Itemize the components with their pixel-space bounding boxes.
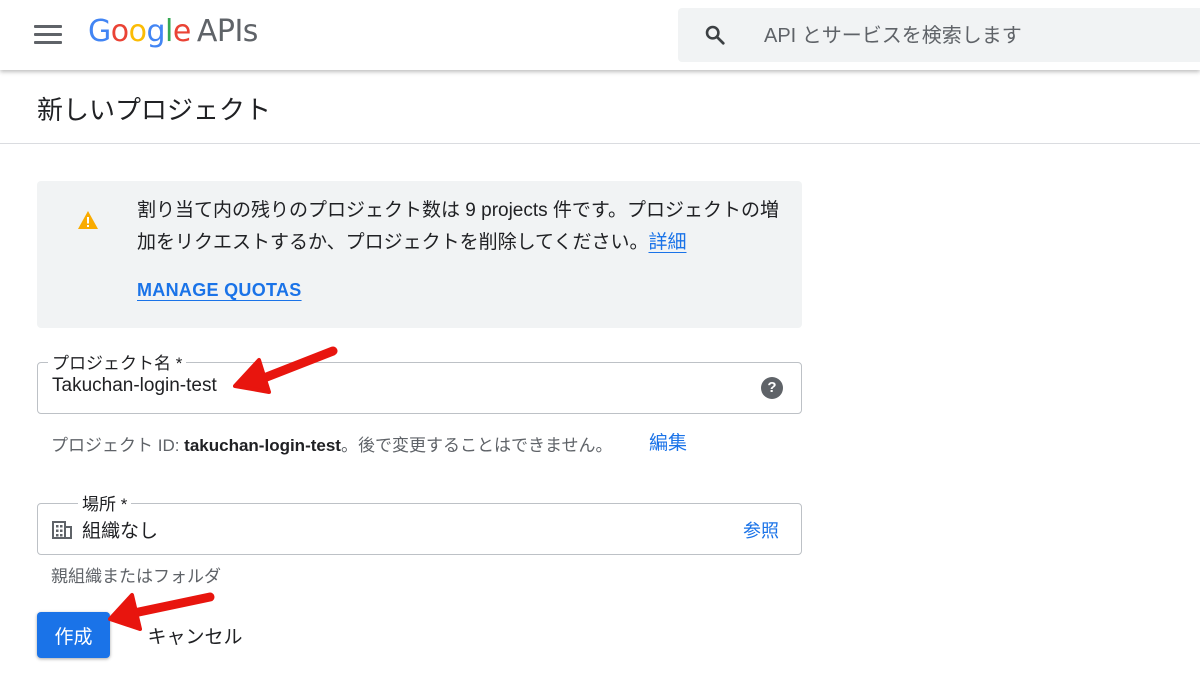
warning-icon <box>78 211 98 229</box>
google-wordmark: Google <box>88 14 191 49</box>
edit-project-id-link[interactable]: 編集 <box>649 428 687 455</box>
logo-letter-1: o <box>110 14 129 49</box>
location-hint: 親組織またはフォルダ <box>51 567 221 586</box>
search-box[interactable] <box>678 8 1200 62</box>
search-input[interactable] <box>762 22 1186 50</box>
project-name-input[interactable] <box>52 375 732 397</box>
logo-letter-3: g <box>146 14 166 49</box>
header-divider <box>0 143 1200 144</box>
location-label: 場所 * <box>78 490 132 515</box>
project-id-suffix: 。後で変更することはできません。 <box>340 436 613 455</box>
location-value: 組織なし <box>82 521 159 542</box>
project-id-value: takuchan-login-test <box>184 436 341 455</box>
alert-message: 割り当て内の残りのプロジェクト数は 9 projects 件です。プロジェクトの… <box>137 195 787 259</box>
location-field[interactable]: 場所 * 組織なし 参照 <box>37 490 802 555</box>
quota-warning-alert: 割り当て内の残りのプロジェクト数は 9 projects 件です。プロジェクトの… <box>37 181 802 328</box>
page-title: 新しいプロジェクト <box>37 95 272 125</box>
details-link[interactable]: 詳細 <box>648 232 686 253</box>
logo-letter-0: G <box>88 14 111 49</box>
organization-icon <box>52 521 72 539</box>
logo-letter-5: e <box>172 14 191 49</box>
help-icon[interactable]: ? <box>761 377 783 399</box>
google-apis-logo[interactable]: Google APIs <box>88 14 258 49</box>
create-button[interactable]: 作成 <box>37 612 110 658</box>
search-icon[interactable] <box>704 24 726 46</box>
logo-letter-2: o <box>128 14 147 49</box>
logo-suffix: APIs <box>196 14 259 49</box>
top-app-bar: Google APIs <box>0 0 1200 70</box>
browse-button[interactable]: 参照 <box>743 517 779 543</box>
annotation-arrow-project-name <box>233 346 338 394</box>
project-id-prefix: プロジェクト ID: <box>51 436 185 455</box>
project-name-label: プロジェクト名 * <box>48 349 187 374</box>
project-name-field[interactable]: プロジェクト名 * ? <box>37 349 802 414</box>
logo-letter-4: l <box>165 14 173 49</box>
hamburger-menu-icon[interactable] <box>34 25 62 45</box>
annotation-arrow-create <box>108 592 215 631</box>
project-id-hint: プロジェクト ID: takuchan-login-test。後で変更することは… <box>51 431 612 456</box>
manage-quotas-link[interactable]: MANAGE QUOTAS <box>137 280 302 301</box>
